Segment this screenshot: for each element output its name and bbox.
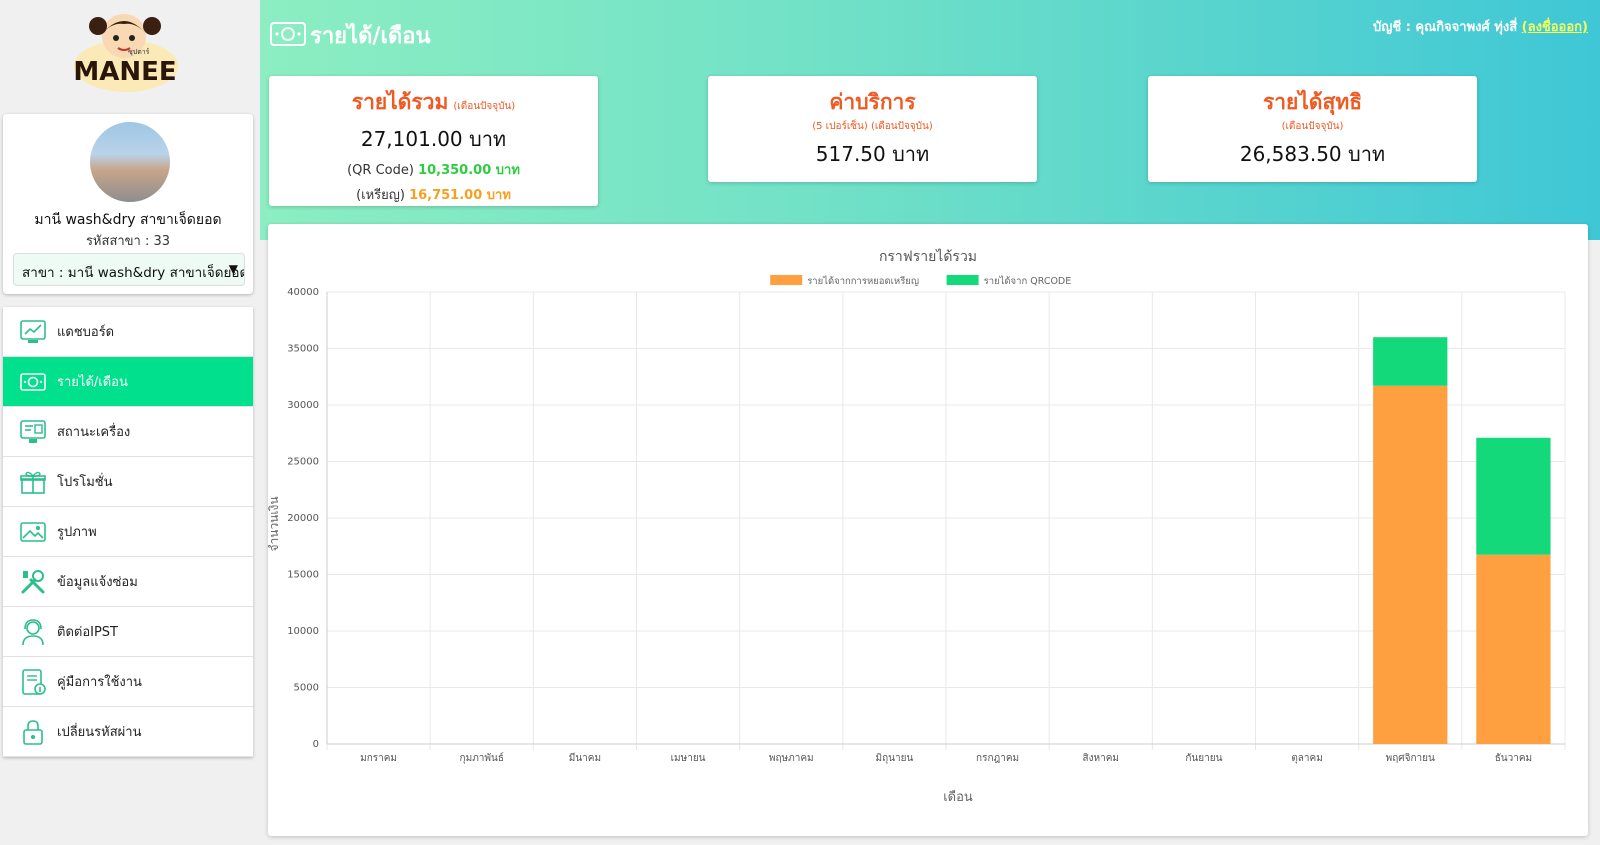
sidebar-item-change-password[interactable]: เปลี่ยนรหัสผ่าน — [3, 707, 253, 757]
x-tick-label: มิถุนายน — [876, 753, 914, 764]
logo-small-text: ซุปตาร์ — [128, 48, 150, 56]
coin-label: (เหรียญ) — [356, 188, 410, 203]
sidebar-menu: แดชบอร์ด รายได้/เดือน สถานะเครื่อง โปรโม… — [3, 307, 253, 757]
account-info: บัญชี : คุณกิจจาพงศ์ ทุ่งสี่ (ลงชื่อออก) — [1373, 16, 1588, 37]
card-title: ค่าบริการ — [829, 90, 916, 114]
sidebar-item-images[interactable]: รูปภาพ — [3, 507, 253, 557]
card-title: รายได้รวม — [351, 90, 449, 114]
y-tick-label: 5000 — [294, 683, 319, 694]
x-tick-label: กันยายน — [1185, 753, 1222, 764]
y-tick-label: 35000 — [287, 344, 319, 355]
avatar — [90, 122, 170, 202]
image-icon — [20, 521, 46, 542]
sidebar-item-label: รายได้/เดือน — [57, 375, 128, 390]
y-tick-label: 40000 — [287, 287, 319, 298]
sidebar-item-contact[interactable]: ติดต่อIPST — [3, 607, 253, 657]
card-value: 27,101.00 บาท — [360, 127, 507, 151]
x-tick-label: พฤษภาคม — [769, 753, 814, 764]
sidebar-item-manual[interactable]: คู่มือการใช้งาน — [3, 657, 253, 707]
x-tick-label: มกราคม — [360, 753, 397, 764]
y-tick-label: 25000 — [287, 457, 319, 468]
net-income-card: รายได้สุทธิ (เดือนปัจจุบัน) 26,583.50 บา… — [1148, 76, 1477, 182]
income-chart: กราฟรายได้รวม รายได้จากการหยอดเหรียญ รายไ… — [267, 248, 1566, 805]
sidebar-item-label: ข้อมูลแจ้งซ่อม — [57, 575, 138, 590]
coin-value: 16,751.00 บาท — [409, 188, 511, 203]
legend-swatch — [946, 275, 979, 285]
sidebar-item-dashboard[interactable]: แดชบอร์ด — [3, 307, 253, 357]
monitor-icon — [20, 419, 46, 443]
total-income-card: รายได้รวม (เดือนปัจจุบัน) 27,101.00 บาท … — [269, 76, 598, 206]
dashboard-icon — [20, 319, 46, 343]
qr-value: 10,350.00 บาท — [418, 163, 520, 178]
bar-coin — [1373, 385, 1448, 744]
branch-code: รหัสสาขา : 33 — [85, 234, 171, 249]
card-title: รายได้สุทธิ — [1262, 90, 1363, 114]
branch-select[interactable]: สาขา : มานี wash&dry สาขาเจ็ดยอด ▼ — [13, 253, 245, 286]
sidebar-item-label: สถานะเครื่อง — [57, 425, 131, 440]
y-tick-label: 0 — [313, 739, 319, 750]
x-tick-label: กุมภาพันธ์ — [460, 752, 504, 764]
profile-card: มานี wash&dry สาขาเจ็ดยอด รหัสสาขา : 33 … — [3, 114, 253, 294]
y-tick-label: 10000 — [287, 626, 319, 637]
sidebar-item-machine-status[interactable]: สถานะเครื่อง — [3, 407, 253, 457]
card-subtitle: (เดือนปัจจุบัน) — [1281, 121, 1344, 132]
account-name: บัญชี : คุณกิจจาพงศ์ ทุ่งสี่ — [1373, 20, 1522, 35]
y-tick-label: 20000 — [287, 513, 319, 524]
card-value: 26,583.50 บาท — [1239, 142, 1386, 166]
manee-logo[interactable]: ซุปตาร์ MANEE — [66, 6, 184, 94]
sidebar-item-repair[interactable]: ข้อมูลแจ้งซ่อม — [3, 557, 253, 607]
lock-icon — [23, 719, 43, 745]
support-icon — [22, 618, 44, 645]
logout-link[interactable]: (ลงชื่อออก) — [1522, 20, 1588, 35]
x-tick-label: สิงหาคม — [1083, 753, 1119, 764]
y-tick-label: 30000 — [287, 400, 319, 411]
sidebar-item-promotion[interactable]: โปรโมชั่น — [3, 457, 253, 507]
chart-axis-labels: 0 5000 10000 15000 20000 25000 30000 35000 40000… — [287, 287, 1532, 764]
chart-title: กราฟรายได้รวม — [879, 248, 977, 265]
qr-label: (QR Code) — [347, 163, 419, 178]
x-tick-label: ตุลาคม — [1291, 753, 1323, 764]
legend-swatch — [770, 275, 803, 285]
manual-icon — [22, 668, 46, 695]
coin-income-line: (เหรียญ) 16,751.00 บาท — [269, 184, 598, 205]
bar-qr — [1476, 437, 1551, 555]
card-value: 517.50 บาท — [815, 142, 930, 166]
x-tick-label: พฤศจิกายน — [1386, 753, 1435, 764]
card-subtitle: (เดือนปัจจุบัน) — [453, 101, 516, 112]
sidebar-item-label: โปรโมชั่น — [57, 475, 113, 490]
x-tick-label: เมษายน — [671, 753, 706, 764]
x-tick-label: กรกฎาคม — [976, 753, 1019, 764]
chart-xlabel: เดือน — [943, 789, 973, 805]
card-subtitle: (5 เปอร์เซ็น) (เดือนปัจจุบัน) — [812, 121, 933, 132]
qr-income-line: (QR Code) 10,350.00 บาท — [269, 159, 598, 180]
money-icon — [20, 372, 46, 391]
money-icon — [270, 22, 306, 46]
sidebar-item-label: แดชบอร์ด — [57, 325, 115, 340]
tools-icon — [21, 569, 45, 593]
chevron-down-icon: ▼ — [228, 262, 238, 276]
gift-icon — [20, 471, 46, 494]
sidebar-item-label: รูปภาพ — [57, 525, 97, 540]
y-tick-label: 15000 — [287, 570, 319, 581]
x-tick-label: มีนาคม — [569, 752, 601, 764]
sidebar-item-label: ติดต่อIPST — [57, 625, 119, 640]
legend-label: รายได้จากการหยอดเหรียญ — [807, 275, 919, 287]
branch-select-value: สาขา : มานี wash&dry สาขาเจ็ดยอด — [22, 265, 245, 281]
sidebar: ซุปตาร์ MANEE มานี wash&dry สาขาเจ็ดยอด … — [0, 0, 260, 845]
chart-ylabel: จำนวนเงิน — [268, 496, 281, 551]
shop-name: มานี wash&dry สาขาเจ็ดยอด — [34, 212, 222, 228]
sidebar-item-label: คู่มือการใช้งาน — [57, 675, 142, 690]
bar-qr — [1373, 337, 1448, 386]
bar-coin — [1476, 554, 1551, 744]
chart-panel: กราฟรายได้รวม รายได้จากการหยอดเหรียญ รายไ… — [267, 224, 1588, 836]
chart-legend: รายได้จากการหยอดเหรียญ รายได้จาก QRCODE — [770, 275, 1071, 287]
sidebar-item-income[interactable]: รายได้/เดือน — [3, 357, 253, 407]
legend-label: รายได้จาก QRCODE — [984, 275, 1072, 287]
page-title: รายได้/เดือน — [310, 24, 431, 49]
service-fee-card: ค่าบริการ (5 เปอร์เซ็น) (เดือนปัจจุบัน) … — [708, 76, 1037, 182]
logo-text: MANEE — [73, 57, 176, 87]
sidebar-item-label: เปลี่ยนรหัสผ่าน — [57, 725, 142, 740]
x-tick-label: ธันวาคม — [1495, 753, 1532, 764]
